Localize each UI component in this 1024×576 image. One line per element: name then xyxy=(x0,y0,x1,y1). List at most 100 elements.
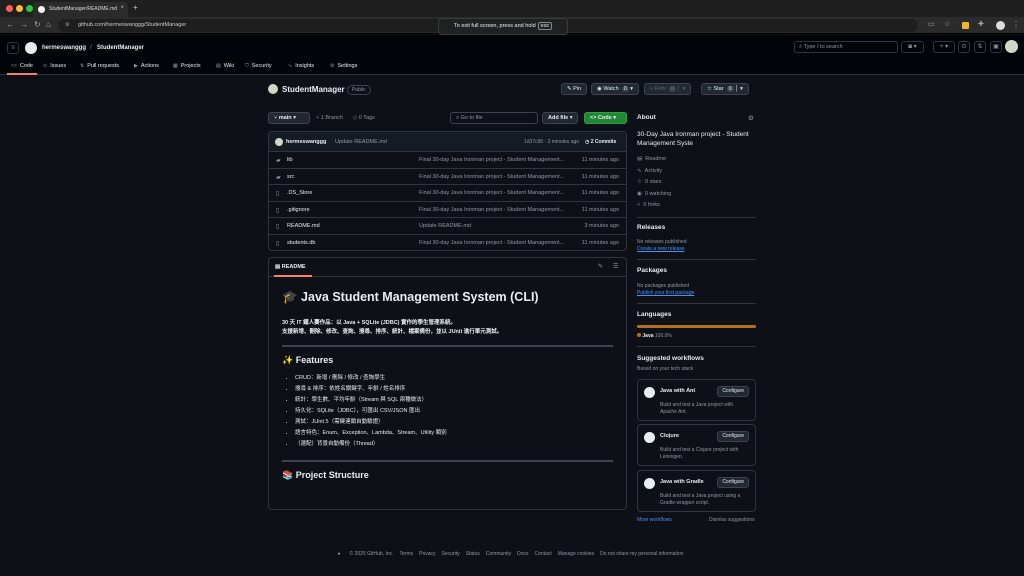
file-row[interactable]: ▯ students.db Final 30-day Java Ironman pr… xyxy=(269,235,626,252)
close-tab-icon[interactable]: × xyxy=(120,5,124,11)
close-window-button[interactable] xyxy=(6,5,13,12)
file-row[interactable]: ▯ .gitignore Final 30-day Java Ironman pro… xyxy=(269,202,626,218)
fork-button[interactable]: ⑂ Fork 0 │ ▾ xyxy=(644,83,692,95)
zoom-window-button[interactable] xyxy=(26,5,33,12)
minimize-window-button[interactable] xyxy=(16,5,23,12)
file-name[interactable]: .DS_Store xyxy=(287,190,312,196)
forward-icon[interactable]: → xyxy=(20,20,28,29)
dismiss-suggestions-link[interactable]: Dismiss suggestions xyxy=(709,517,755,523)
user-avatar[interactable] xyxy=(1005,40,1018,53)
releases-heading[interactable]: Releases xyxy=(637,224,665,231)
forks-link[interactable]: ⑂ 0 forks xyxy=(637,202,660,208)
branch-selector[interactable]: ⑂ main ▾ xyxy=(268,112,310,124)
code-button[interactable]: <> Code ▾ xyxy=(584,112,627,124)
hamburger-menu-icon[interactable]: ≡ xyxy=(7,42,19,54)
footer-link[interactable]: Docs xyxy=(517,551,528,557)
tab-title: StudentManager/README.md xyxy=(49,6,118,12)
tab-pull-requests[interactable]: ⇅ Pull requests xyxy=(80,63,119,69)
copilot-button[interactable]: ◙ ▾ xyxy=(901,41,924,53)
footer-link[interactable]: Status xyxy=(466,551,480,557)
commit-author[interactable]: hermeswanggg xyxy=(286,139,326,145)
home-icon[interactable]: ⌂ xyxy=(46,20,51,29)
owner-link[interactable]: hermeswanggg xyxy=(42,45,86,51)
create-new-button[interactable]: + ▾ xyxy=(933,41,955,53)
file-commit-message[interactable]: Final 30-day Java Ironman project - Stud… xyxy=(419,157,574,163)
branches-link[interactable]: ⑂ 1 Branch xyxy=(316,115,343,121)
activity-link[interactable]: ∿ Activity xyxy=(637,168,662,174)
file-name[interactable]: src xyxy=(287,174,294,180)
watching-link[interactable]: ◉ 0 watching xyxy=(637,191,671,197)
commit-hash-time[interactable]: 1d37c95 · 3 minutes ago xyxy=(524,139,579,145)
commits-link[interactable]: ◷ 2 Commits xyxy=(585,139,616,145)
file-row[interactable]: ▯ .DS_Store Final 30-day Java Ironman proj… xyxy=(269,185,626,202)
browser-tab[interactable]: StudentManager/README.md × xyxy=(33,2,128,17)
configure-button[interactable]: Configure xyxy=(717,386,749,397)
profile-avatar[interactable] xyxy=(996,21,1005,30)
tab-insights[interactable]: ∿ Insights xyxy=(288,63,314,69)
footer-link[interactable]: Terms xyxy=(400,551,414,557)
publish-package-link[interactable]: Publish your first package xyxy=(637,290,694,296)
pin-button[interactable]: ✎ Pin xyxy=(561,83,588,95)
reload-icon[interactable]: ↻ xyxy=(34,20,41,29)
footer-link[interactable]: Manage cookies xyxy=(558,551,594,557)
file-commit-message[interactable]: Final 30-day Java Ironman project - Stud… xyxy=(419,240,574,246)
file-commit-message[interactable]: Final 30-day Java Ironman project - Stud… xyxy=(419,207,574,213)
file-name[interactable]: students.db xyxy=(287,240,315,246)
tab-security[interactable]: ⛉ Security xyxy=(245,63,272,69)
configure-button[interactable]: Configure xyxy=(717,431,749,442)
create-release-link[interactable]: Create a new release xyxy=(637,246,685,252)
watch-button[interactable]: ◉ Watch 0 ▾ xyxy=(591,83,640,95)
file-name[interactable]: README.md xyxy=(287,223,320,229)
packages-heading[interactable]: Packages xyxy=(637,267,667,274)
language-entry[interactable]: Java 100.0% xyxy=(637,333,672,339)
stars-link[interactable]: ☆ 0 stars xyxy=(637,179,662,185)
go-to-file-input[interactable]: ⌕ Go to file xyxy=(450,112,538,124)
file-row[interactable]: ▰ src Final 30-day Java Ironman project - … xyxy=(269,169,626,185)
github-logo-icon[interactable] xyxy=(25,42,37,54)
footer-link[interactable]: Do not share my personal information xyxy=(600,551,683,557)
outline-list-icon[interactable]: ☰ xyxy=(613,263,618,270)
new-tab-icon[interactable]: + xyxy=(133,3,138,12)
add-file-label: Add file xyxy=(548,115,569,121)
browser-menu-icon[interactable]: ⋮ xyxy=(1012,20,1020,29)
tab-actions[interactable]: ▶ Actions xyxy=(134,63,159,69)
search-input[interactable]: ⌕ Type / to search xyxy=(794,41,898,53)
site-info-icon[interactable]: ⚙ xyxy=(65,22,69,28)
file-name[interactable]: lib xyxy=(287,157,293,163)
star-button[interactable]: ☆ Star 0 │ ▾ xyxy=(701,83,749,95)
tags-link[interactable]: ◇ 0 Tags xyxy=(353,115,375,121)
repo-title[interactable]: StudentManager xyxy=(282,85,345,94)
footer-link[interactable]: Privacy xyxy=(419,551,435,557)
add-file-button[interactable]: Add file ▾ xyxy=(542,112,579,124)
file-commit-message[interactable]: Final 30-day Java Ironman project - Stud… xyxy=(419,174,574,180)
pull-requests-icon[interactable]: ⇅ xyxy=(974,41,986,53)
issues-icon[interactable]: ⊙ xyxy=(958,41,970,53)
footer-link[interactable]: Security xyxy=(442,551,460,557)
file-row[interactable]: ▯ README.md Update README.md 3 minutes ago xyxy=(269,218,626,235)
tab-settings[interactable]: ⚙ Settings xyxy=(330,63,357,69)
commit-message[interactable]: Update README.md xyxy=(335,139,387,145)
tab-projects[interactable]: ▦ Projects xyxy=(173,63,201,69)
tab-code[interactable]: <> Code xyxy=(7,60,37,73)
bookmark-star-icon[interactable]: ☆ xyxy=(944,20,950,28)
more-workflows-link[interactable]: More workflows xyxy=(637,517,672,523)
about-settings-gear-icon[interactable]: ⚙ xyxy=(748,114,754,122)
inbox-icon[interactable]: ▣ xyxy=(990,41,1002,53)
install-icon[interactable]: ▭ xyxy=(928,20,935,28)
footer-link[interactable]: Contact xyxy=(534,551,551,557)
readme-link[interactable]: ▤ Readme xyxy=(637,156,666,162)
back-icon[interactable]: ← xyxy=(6,20,14,29)
edit-pencil-icon[interactable]: ✎ xyxy=(598,263,603,270)
tab-issues[interactable]: ⊙ Issues xyxy=(43,63,66,69)
file-commit-message[interactable]: Final 30-day Java Ironman project - Stud… xyxy=(419,190,574,196)
extension-icon[interactable] xyxy=(962,22,969,29)
footer-link[interactable]: Community xyxy=(486,551,511,557)
file-row[interactable]: ▰ lib Final 30-day Java Ironman project - … xyxy=(269,152,626,169)
file-name[interactable]: .gitignore xyxy=(287,207,310,213)
tab-wiki[interactable]: ▤ Wiki xyxy=(216,63,234,69)
configure-button[interactable]: Configure xyxy=(717,477,749,488)
readme-tab[interactable]: ▤ README xyxy=(275,264,306,270)
repo-link[interactable]: StudentManager xyxy=(97,45,144,51)
extensions-puzzle-icon[interactable]: ✚ xyxy=(978,20,984,28)
file-commit-message[interactable]: Update README.md xyxy=(419,223,574,229)
